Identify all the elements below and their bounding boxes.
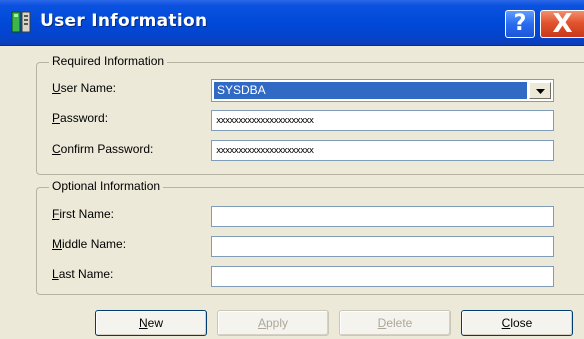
middle-name-label: Middle Name:: [52, 237, 127, 251]
username-selected-value: SYSDBA: [214, 82, 527, 99]
password-label: Password:: [52, 111, 109, 125]
user-information-dialog: User Information ? X Required Informatio…: [0, 0, 584, 339]
help-icon: ?: [513, 11, 527, 36]
new-button[interactable]: New: [95, 310, 207, 336]
title-bar[interactable]: User Information ? X: [0, 0, 584, 46]
confirm-password-field[interactable]: xxxxxxxxxxxxxxxxxxxxxx: [211, 140, 554, 161]
first-name-field[interactable]: [211, 206, 554, 227]
last-name-label: Last Name:: [52, 267, 114, 281]
close-window-button[interactable]: X: [540, 10, 584, 38]
password-mask: xxxxxxxxxxxxxxxxxxxxxx: [216, 116, 314, 126]
confirm-password-label: Confirm Password:: [52, 142, 154, 156]
confirm-password-mask: xxxxxxxxxxxxxxxxxxxxxx: [216, 146, 314, 156]
delete-button[interactable]: Delete: [339, 310, 451, 336]
last-name-field[interactable]: [211, 266, 554, 287]
dropdown-arrow-button[interactable]: [529, 82, 551, 99]
close-button[interactable]: Close: [461, 310, 573, 336]
username-label: User Name:: [52, 81, 117, 95]
password-field[interactable]: xxxxxxxxxxxxxxxxxxxxxx: [211, 110, 554, 131]
middle-name-field[interactable]: [211, 236, 554, 257]
optional-information-legend: Optional Information: [49, 179, 164, 193]
close-icon: X: [552, 9, 573, 39]
username-dropdown[interactable]: SYSDBA: [211, 79, 554, 102]
server-app-icon: [10, 10, 32, 34]
help-button[interactable]: ?: [505, 10, 535, 38]
required-information-legend: Required Information: [49, 54, 168, 68]
first-name-label: First Name:: [52, 207, 115, 221]
apply-button[interactable]: Apply: [217, 310, 329, 336]
window-title: User Information: [40, 11, 208, 31]
